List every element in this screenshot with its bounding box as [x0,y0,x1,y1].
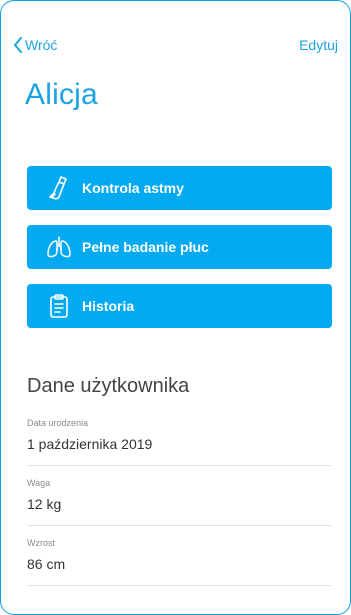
inhaler-icon [45,174,73,202]
height-value: 86 cm [27,556,66,572]
asthma-control-label: Kontrola astmy [82,180,184,196]
clipboard-icon [45,292,73,320]
lungs-icon [45,233,73,261]
chevron-left-icon [13,37,23,53]
full-lung-test-button[interactable]: Pełne badanie płuc [27,225,332,269]
profile-name: Alicja [25,78,98,111]
birth-date-label: Data urodzenia [27,418,89,428]
birth-date-value: 1 października 2019 [27,436,153,452]
app-screen: Wróć Edytuj Alicja Kontrola astmy Pełne … [0,0,351,615]
back-label: Wróć [25,37,58,53]
edit-button[interactable]: Edytuj [299,37,338,53]
history-label: Historia [82,298,135,314]
action-list: Kontrola astmy Pełne badanie płuc Histor… [27,166,332,343]
full-lung-test-label: Pełne badanie płuc [82,239,209,255]
top-navigation: Wróć Edytuj [1,37,350,59]
weight-field[interactable]: Waga 12 kg [27,477,332,526]
birth-date-field[interactable]: Data urodzenia 1 października 2019 [27,417,332,466]
history-button[interactable]: Historia [27,284,332,328]
weight-value: 12 kg [27,496,62,512]
asthma-control-button[interactable]: Kontrola astmy [27,166,332,210]
user-data-fields: Data urodzenia 1 października 2019 Waga … [27,417,332,597]
weight-label: Waga [27,478,51,488]
back-button[interactable]: Wróć [13,37,57,53]
user-data-heading: Dane użytkownika [27,375,190,397]
height-field[interactable]: Wzrost 86 cm [27,537,332,586]
height-label: Wzrost [27,538,55,548]
